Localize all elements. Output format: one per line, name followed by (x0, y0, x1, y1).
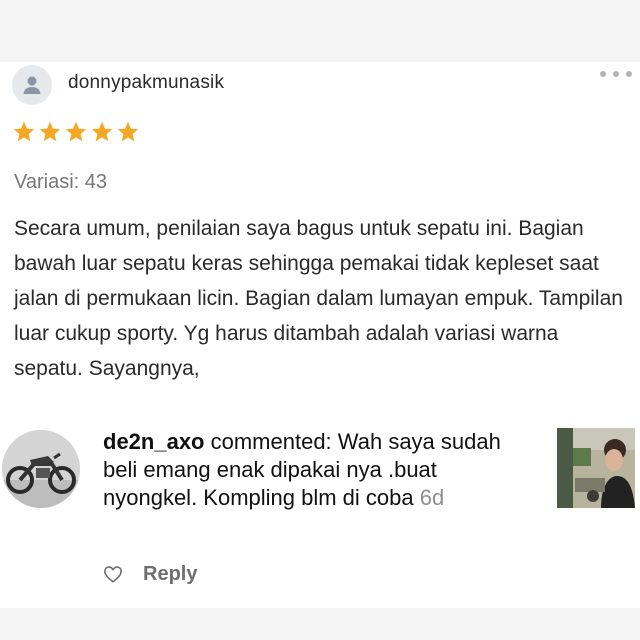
comment-action: commented: (204, 429, 338, 454)
person-icon (23, 76, 41, 94)
more-dots-icon[interactable] (600, 64, 632, 84)
heart-icon[interactable] (103, 565, 123, 583)
review-text: Secara umum, penilaian saya bagus untuk … (14, 217, 623, 380)
star-icon (117, 121, 139, 142)
rating-stars (12, 120, 140, 148)
comment-time: 6d (419, 485, 445, 510)
review-card: donnypakmunasik Variasi: 43 Secara umum,… (0, 62, 640, 402)
commenter-avatar[interactable] (2, 430, 80, 508)
reply-button[interactable]: Reply (143, 563, 197, 586)
comment-body: de2n_axo commented: Wah saya sudah beli … (103, 428, 533, 512)
bottom-band (0, 608, 640, 640)
comment-actions: Reply (103, 560, 197, 588)
reviewer-avatar[interactable] (12, 65, 52, 105)
motorcycle-photo (2, 430, 80, 508)
star-icon (13, 121, 35, 142)
commenter-username[interactable]: de2n_axo (103, 429, 205, 454)
top-band (0, 0, 640, 62)
star-icon (39, 121, 61, 142)
star-icon (91, 121, 113, 142)
post-thumbnail-image (557, 428, 635, 508)
star-icon (65, 121, 87, 142)
reviewer-username[interactable]: donnypakmunasik (68, 72, 224, 94)
variant-label: Variasi: 43 (14, 171, 108, 193)
post-thumbnail[interactable] (557, 428, 635, 508)
